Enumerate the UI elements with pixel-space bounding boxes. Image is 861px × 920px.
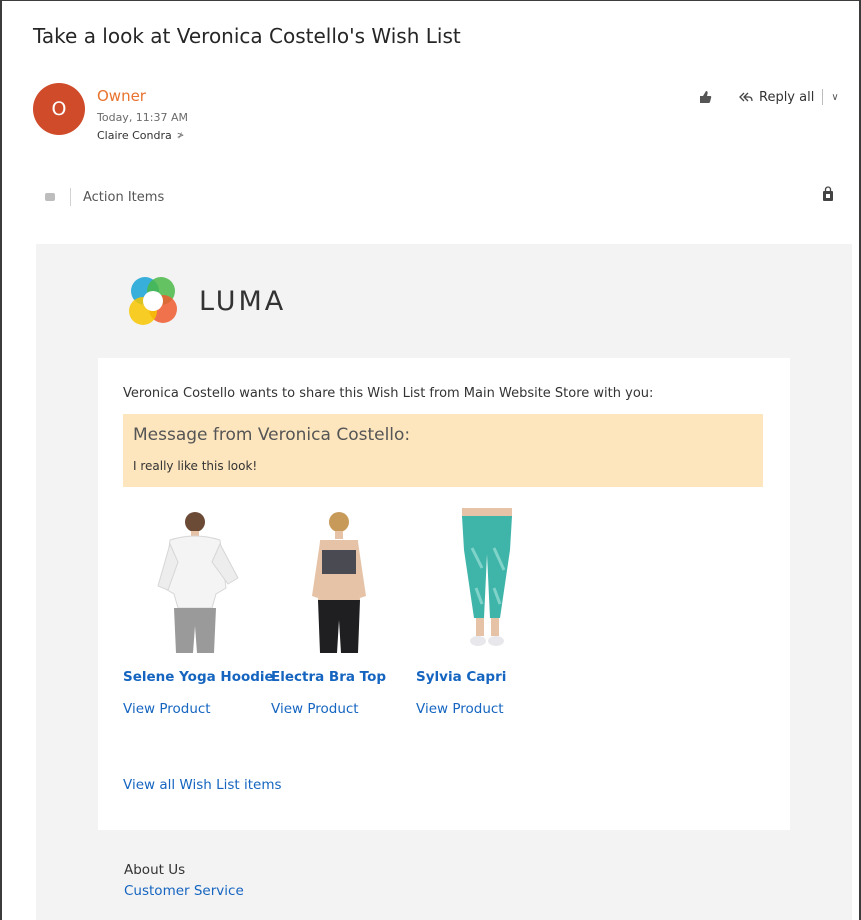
thumbs-up-icon xyxy=(700,91,712,103)
product-image[interactable] xyxy=(432,508,542,653)
divider xyxy=(70,188,71,206)
reply-all-label: Reply all xyxy=(759,89,815,105)
customer-service-link[interactable]: Customer Service xyxy=(124,883,244,899)
reply-all-button[interactable]: Reply all ∨ xyxy=(730,84,847,110)
sender-name[interactable]: Owner xyxy=(97,87,146,105)
message-body: I really like this look! xyxy=(133,459,258,473)
chevron-down-icon[interactable]: ∨ xyxy=(831,92,838,103)
react-button[interactable] xyxy=(690,84,720,110)
product-image[interactable] xyxy=(284,508,394,653)
intro-text: Veronica Costello wants to share this Wi… xyxy=(123,386,654,401)
expand-recipients-icon[interactable]: ≯ xyxy=(177,131,185,141)
logo-text: LUMA xyxy=(199,285,287,317)
view-all-wishlist-link[interactable]: View all Wish List items xyxy=(123,777,282,793)
product-image[interactable] xyxy=(140,508,250,653)
email-timestamp: Today, 11:37 AM xyxy=(97,111,189,124)
shopping-bag-icon[interactable] xyxy=(822,186,834,206)
divider xyxy=(822,89,824,105)
view-product-link[interactable]: View Product xyxy=(123,701,211,717)
luma-logo[interactable]: LUMA xyxy=(125,273,286,329)
action-items-bar[interactable]: Action Items xyxy=(44,188,164,206)
sender-avatar[interactable]: O xyxy=(33,83,85,135)
message-title: Message from Veronica Costello: xyxy=(133,425,411,445)
view-product-link[interactable]: View Product xyxy=(416,701,504,717)
recipient[interactable]: Claire Condra ≯ xyxy=(97,129,184,142)
recipient-name: Claire Condra xyxy=(97,129,172,142)
luma-logo-icon xyxy=(129,277,177,325)
product-name-link[interactable]: Sylvia Capri xyxy=(416,669,506,685)
product-name-link[interactable]: Selene Yoga Hoodie xyxy=(123,669,274,685)
view-product-link[interactable]: View Product xyxy=(271,701,359,717)
action-items-icon xyxy=(45,193,55,201)
avatar-initial: O xyxy=(51,98,67,120)
action-items-label: Action Items xyxy=(83,189,165,205)
about-us-link[interactable]: About Us xyxy=(124,862,185,878)
email-subject: Take a look at Veronica Costello's Wish … xyxy=(33,24,461,48)
reply-all-icon xyxy=(739,92,753,102)
product-name-link[interactable]: Electra Bra Top xyxy=(271,669,386,685)
